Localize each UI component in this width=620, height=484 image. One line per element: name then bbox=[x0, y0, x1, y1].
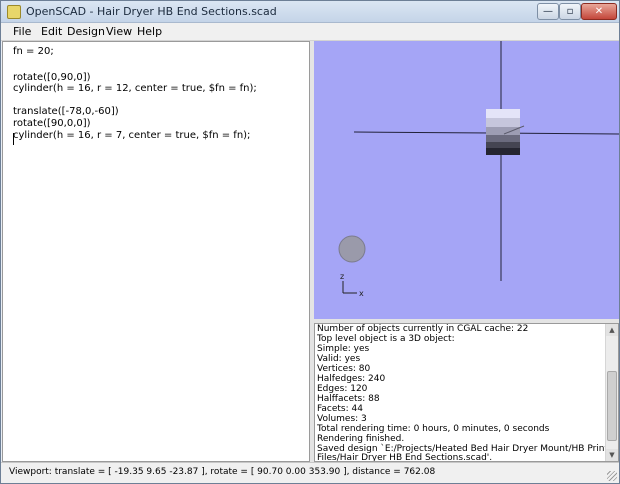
code-line[interactable]: rotate([0,90,0]) bbox=[13, 72, 91, 83]
menu-design[interactable]: Design bbox=[67, 25, 105, 38]
console-line: Facets: 44 bbox=[317, 404, 363, 414]
console-line: Files/Hair Dryer HB End Sections.scad'. bbox=[317, 453, 493, 462]
scroll-up-icon[interactable]: ▲ bbox=[606, 324, 618, 336]
console-scrollbar[interactable]: ▲ ▼ bbox=[605, 324, 618, 461]
cylinder-model bbox=[486, 109, 525, 155]
console-line: Top level object is a 3D object: bbox=[317, 334, 455, 344]
menu-edit[interactable]: Edit bbox=[41, 25, 62, 38]
openscad-app-icon[interactable] bbox=[7, 5, 21, 19]
menu-help[interactable]: Help bbox=[137, 25, 162, 38]
openscad-window: OpenSCAD - Hair Dryer HB End Sections.sc… bbox=[0, 0, 620, 484]
window-title: OpenSCAD - Hair Dryer HB End Sections.sc… bbox=[26, 5, 277, 18]
viewport-status-text: Viewport: translate = [ -19.35 9.65 -23.… bbox=[9, 467, 436, 477]
console-line: Simple: yes bbox=[317, 344, 370, 354]
code-line[interactable]: cylinder(h = 16, r = 7, center = true, $… bbox=[13, 130, 250, 141]
3d-viewport[interactable]: z x bbox=[314, 41, 619, 319]
scroll-down-icon[interactable]: ▼ bbox=[606, 449, 618, 461]
axis-indicator: z x bbox=[340, 272, 364, 298]
console-line: Valid: yes bbox=[317, 354, 361, 364]
code-editor[interactable]: fn = 20; rotate([0,90,0]) cylinder(h = 1… bbox=[2, 41, 310, 462]
console-line: Total rendering time: 0 hours, 0 minutes… bbox=[317, 424, 550, 434]
status-bar: Viewport: translate = [ -19.35 9.65 -23.… bbox=[1, 462, 619, 483]
code-line[interactable]: cylinder(h = 16, r = 12, center = true, … bbox=[13, 83, 257, 94]
maximize-button[interactable]: ▫ bbox=[559, 3, 581, 20]
console-line: Halfedges: 240 bbox=[317, 374, 386, 384]
minimize-button[interactable]: — bbox=[537, 3, 559, 20]
title-bar[interactable]: OpenSCAD - Hair Dryer HB End Sections.sc… bbox=[1, 1, 619, 23]
console-panel[interactable]: Number of objects currently in CGAL cach… bbox=[314, 323, 619, 462]
menu-bar: File Edit Design View Help bbox=[1, 23, 619, 41]
console-line: Volumes: 3 bbox=[317, 414, 367, 424]
code-line[interactable]: fn = 20; bbox=[13, 46, 54, 57]
console-line: Halffacets: 88 bbox=[317, 394, 380, 404]
code-line[interactable]: translate([-78,0,-60]) bbox=[13, 106, 119, 117]
resize-grip-icon[interactable] bbox=[607, 471, 617, 481]
console-line: Edges: 120 bbox=[317, 384, 368, 394]
console-line: Rendering finished. bbox=[317, 434, 405, 444]
scroll-thumb[interactable] bbox=[607, 371, 617, 441]
close-button[interactable]: ✕ bbox=[581, 3, 617, 20]
console-line: Number of objects currently in CGAL cach… bbox=[317, 324, 529, 334]
axis-z-label: z bbox=[340, 272, 344, 281]
code-line[interactable]: rotate([90,0,0]) bbox=[13, 118, 91, 129]
axis-x-label: x bbox=[359, 289, 364, 298]
viewport-scene: z x bbox=[338, 41, 619, 298]
console-line: Vertices: 80 bbox=[317, 364, 371, 374]
menu-view[interactable]: View bbox=[106, 25, 132, 38]
small-cylinder-model bbox=[338, 235, 366, 263]
menu-file[interactable]: File bbox=[13, 25, 31, 38]
